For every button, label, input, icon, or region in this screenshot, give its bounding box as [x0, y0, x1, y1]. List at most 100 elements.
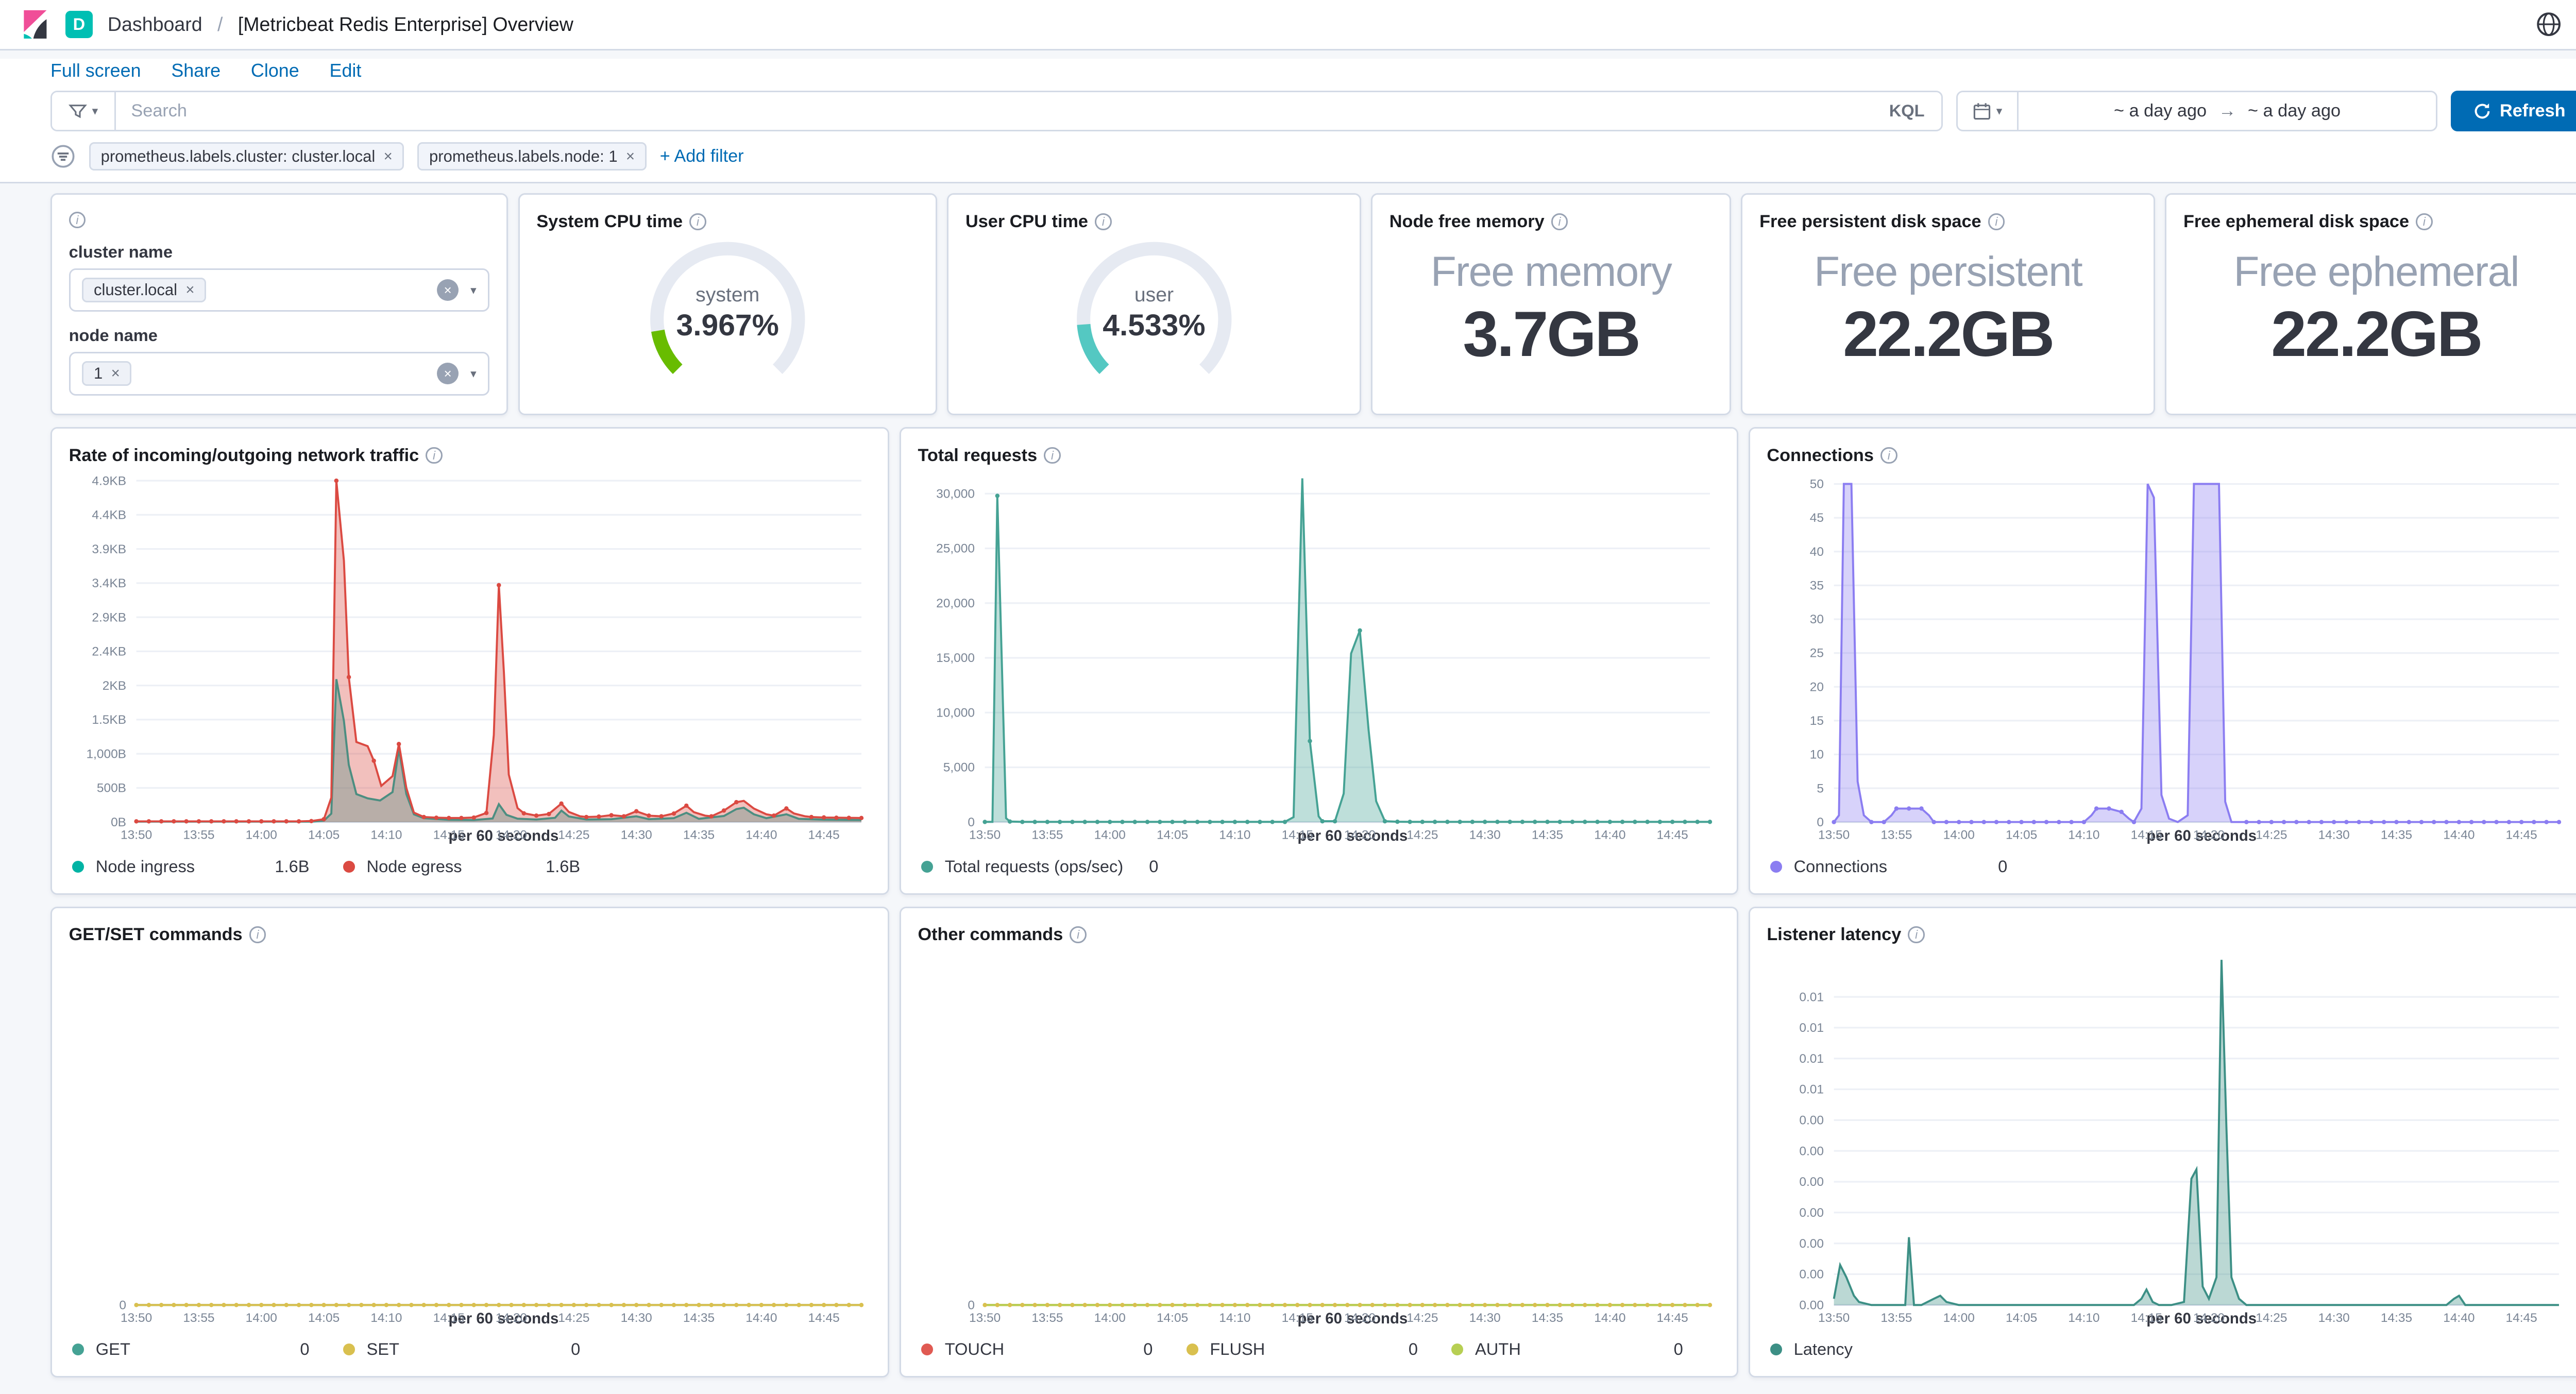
panel-title[interactable]: Listener latency	[1767, 925, 1901, 945]
svg-text:14:30: 14:30	[1469, 828, 1501, 842]
clear-selection-icon[interactable]: ×	[437, 279, 459, 301]
kql-button[interactable]: KQL	[1872, 101, 1941, 121]
svg-text:14:05: 14:05	[2006, 1311, 2037, 1325]
clear-selection-icon[interactable]: ×	[437, 363, 459, 384]
chart-plot-area[interactable]: 0.000.000.000.000.000.000.000.010.010.01…	[1767, 948, 2569, 1308]
legend-label: TOUCH	[945, 1339, 1004, 1359]
globe-icon[interactable]	[2535, 11, 2562, 38]
info-icon[interactable]: i	[1044, 447, 1061, 464]
user-cpu-gauge[interactable]: user 4.533%	[1070, 232, 1239, 400]
svg-text:20: 20	[1810, 681, 1824, 694]
getset-commands-chart: 013:5013:5514:0014:0514:1014:1514:2014:2…	[69, 948, 871, 1359]
add-filter-link[interactable]: + Add filter	[660, 146, 744, 166]
clone-link[interactable]: Clone	[251, 60, 299, 81]
info-icon[interactable]: i	[1908, 926, 1925, 943]
remove-option-icon[interactable]: ×	[111, 365, 120, 382]
svg-text:14:25: 14:25	[2256, 828, 2287, 842]
legend-item[interactable]: Latency	[1770, 1339, 2041, 1359]
date-from[interactable]: ~ a day ago	[2114, 101, 2207, 121]
network-traffic-chart: 0B500B1,000B1.5KB2KB2.4KB2.9KB3.4KB3.9KB…	[69, 469, 871, 876]
info-icon[interactable]: i	[249, 926, 266, 943]
svg-text:14:05: 14:05	[2006, 828, 2037, 842]
filter-pill-node[interactable]: prometheus.labels.node: 1 ×	[417, 142, 646, 171]
chart-plot-area[interactable]: 013:5013:5514:0014:0514:1014:1514:2014:2…	[69, 948, 871, 1308]
system-cpu-gauge[interactable]: system 3.967%	[643, 232, 812, 400]
svg-text:13:50: 13:50	[121, 828, 152, 842]
edit-link[interactable]: Edit	[330, 60, 362, 81]
legend-value: 0	[300, 1339, 343, 1359]
saved-queries-button[interactable]: ▾	[52, 92, 116, 129]
kibana-logo-icon[interactable]	[20, 9, 50, 40]
chart-plot-area[interactable]: 0510152025303540455013:5013:5514:0014:05…	[1767, 469, 2569, 826]
legend-item[interactable]: SET0	[343, 1339, 614, 1359]
legend-item[interactable]: GET0	[72, 1339, 343, 1359]
chart-plot-area[interactable]: 0B500B1,000B1.5KB2KB2.4KB2.9KB3.4KB3.9KB…	[69, 469, 871, 826]
top-bar: D Dashboard / [Metricbeat Redis Enterpri…	[0, 0, 2576, 50]
legend-item[interactable]: Node ingress1.6B	[72, 857, 343, 876]
info-icon[interactable]: i	[69, 212, 86, 229]
svg-text:0.01: 0.01	[1800, 1021, 1824, 1035]
filter-pill-cluster[interactable]: prometheus.labels.cluster: cluster.local…	[89, 142, 404, 171]
legend-value: 1.6B	[546, 857, 614, 876]
cluster-name-select[interactable]: cluster.local × × ▾	[69, 268, 490, 312]
connections-chart: 0510152025303540455013:5013:5514:0014:05…	[1767, 469, 2569, 876]
dashboard-toolbar: Full screen Share Clone Edit ▾ KQL	[0, 59, 2576, 183]
legend-item[interactable]: Total requests (ops/sec)0	[921, 857, 1192, 876]
svg-text:14:35: 14:35	[683, 828, 714, 842]
selected-option-pill[interactable]: 1 ×	[82, 361, 131, 386]
info-icon[interactable]: i	[1070, 926, 1087, 943]
legend-item[interactable]: FLUSH0	[1187, 1339, 1452, 1359]
chart-plot-area[interactable]: 013:5013:5514:0014:0514:1014:1514:2014:2…	[918, 948, 1720, 1308]
panel-free-ephemeral: Free ephemeral disk space i Free ephemer…	[2165, 193, 2576, 415]
legend-item[interactable]: TOUCH0	[921, 1339, 1187, 1359]
panel-title[interactable]: Connections	[1767, 446, 1874, 466]
svg-text:14:45: 14:45	[808, 828, 839, 842]
selected-option-pill[interactable]: cluster.local ×	[82, 278, 206, 303]
date-to[interactable]: ~ a day ago	[2248, 101, 2341, 121]
filter-bar: prometheus.labels.cluster: cluster.local…	[50, 141, 2576, 172]
panel-listener-latency: Listener latency i 0.000.000.000.000.000…	[1749, 907, 2576, 1378]
refresh-button[interactable]: Refresh	[2451, 91, 2576, 131]
panel-title[interactable]: User CPU time	[965, 212, 1088, 232]
info-icon[interactable]: i	[426, 447, 443, 464]
share-link[interactable]: Share	[171, 60, 221, 81]
panel-title[interactable]: Rate of incoming/outgoing network traffi…	[69, 446, 419, 466]
full-screen-link[interactable]: Full screen	[50, 60, 141, 81]
filter-options-icon[interactable]	[50, 144, 76, 169]
panel-title[interactable]: Total requests	[918, 446, 1037, 466]
panel-title[interactable]: System CPU time	[536, 212, 683, 232]
legend-item[interactable]: AUTH0	[1451, 1339, 1717, 1359]
metric-label: Free persistent	[1814, 248, 2082, 296]
svg-text:14:20: 14:20	[1344, 1311, 1376, 1325]
remove-filter-icon[interactable]: ×	[626, 148, 635, 165]
date-quick-select-button[interactable]: ▾	[1958, 92, 2019, 129]
panel-title[interactable]: Other commands	[918, 925, 1063, 945]
svg-text:14:40: 14:40	[1595, 828, 1626, 842]
metric-value: 22.2GB	[1843, 298, 2053, 371]
remove-filter-icon[interactable]: ×	[384, 148, 393, 165]
info-icon[interactable]: i	[1880, 447, 1897, 464]
info-icon[interactable]: i	[1095, 213, 1112, 230]
search-input[interactable]	[116, 101, 1872, 121]
info-icon[interactable]: i	[689, 213, 706, 230]
svg-text:25,000: 25,000	[937, 542, 975, 556]
chart-plot-area[interactable]: 05,00010,00015,00020,00025,00030,00013:5…	[918, 469, 1720, 826]
svg-text:13:55: 13:55	[1881, 828, 1912, 842]
svg-text:13:50: 13:50	[121, 1311, 152, 1325]
legend-item[interactable]: Connections0	[1770, 857, 2041, 876]
node-name-select[interactable]: 1 × × ▾	[69, 352, 490, 396]
breadcrumb-separator: /	[217, 13, 223, 36]
svg-text:500B: 500B	[96, 781, 126, 795]
dashboard-badge[interactable]: D	[65, 11, 92, 38]
svg-text:14:45: 14:45	[2506, 828, 2537, 842]
svg-text:0.01: 0.01	[1800, 1052, 1824, 1066]
svg-text:14:20: 14:20	[1344, 828, 1376, 842]
gauge-label: system	[643, 284, 812, 307]
svg-text:14:05: 14:05	[308, 1311, 340, 1325]
remove-option-icon[interactable]: ×	[185, 281, 194, 299]
svg-text:14:35: 14:35	[2381, 828, 2412, 842]
date-range-display[interactable]: ~ a day ago → ~ a day ago	[2019, 101, 2436, 121]
legend-item[interactable]: Node egress1.6B	[343, 857, 614, 876]
panel-title[interactable]: GET/SET commands	[69, 925, 243, 945]
breadcrumb[interactable]: Dashboard	[108, 13, 202, 36]
